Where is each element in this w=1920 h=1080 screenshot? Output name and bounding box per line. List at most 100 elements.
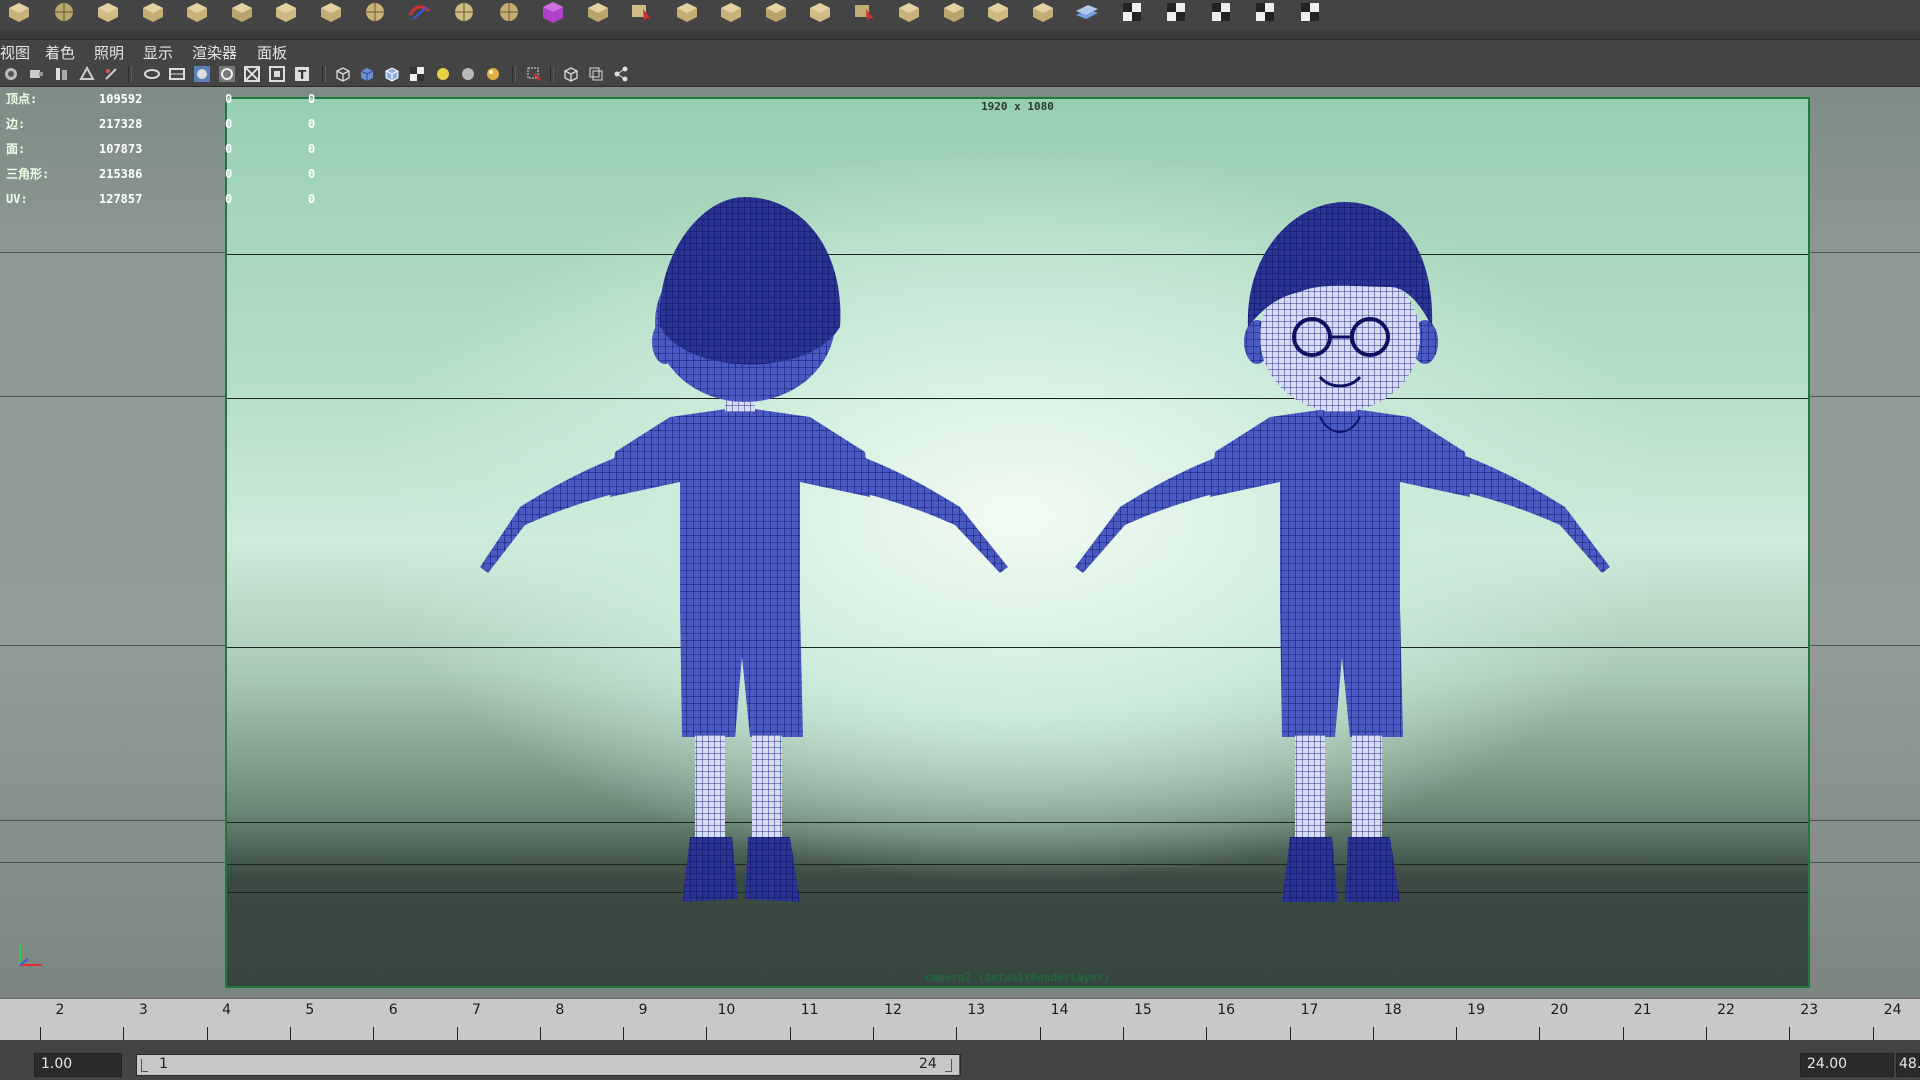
menu-show[interactable]: 显示 <box>143 42 173 63</box>
ambient-occlusion-icon[interactable] <box>484 65 502 83</box>
menu-shading[interactable]: 着色 <box>45 42 75 63</box>
image-plane-icon[interactable] <box>78 65 96 83</box>
cards-icon[interactable] <box>941 1 967 23</box>
sphere-icon[interactable] <box>51 1 77 23</box>
cards-icon[interactable] <box>896 1 922 23</box>
svg-text:T: T <box>298 68 307 82</box>
sphere-icon[interactable] <box>496 1 522 23</box>
range-start-handle-icon[interactable] <box>141 1059 148 1072</box>
character-front-view[interactable] <box>1075 202 1610 902</box>
character-back-view[interactable] <box>480 197 1008 902</box>
menu-view[interactable]: 视图 <box>0 42 30 63</box>
end-time-field[interactable]: 24.00 <box>1800 1053 1894 1077</box>
timeline-tick-label: 15 <box>1133 1002 1152 1018</box>
2d-pan-zoom-icon[interactable] <box>102 65 120 83</box>
range-slider[interactable]: 1 24 <box>136 1054 961 1076</box>
timeline-tick <box>1289 1027 1291 1041</box>
film-gate-icon[interactable] <box>168 65 186 83</box>
layers-icon[interactable] <box>1074 1 1100 23</box>
timeline-tick <box>1622 1027 1624 1041</box>
timeline-tick-label: 8 <box>555 1002 565 1018</box>
timeline-tick-label: 24 <box>1883 1002 1902 1018</box>
checker-frame-icon[interactable] <box>1297 1 1323 23</box>
xray-icon[interactable] <box>562 65 580 83</box>
camera-attributes-icon[interactable] <box>27 65 45 83</box>
card-icon[interactable] <box>1030 1 1056 23</box>
timeline-tick <box>706 1027 708 1041</box>
pipe-icon[interactable] <box>318 1 344 23</box>
wireframe-icon[interactable] <box>334 65 352 83</box>
shadows-icon[interactable] <box>459 65 477 83</box>
xray-joints-icon[interactable] <box>587 65 605 83</box>
plane-icon[interactable] <box>184 1 210 23</box>
checker-icon[interactable] <box>1163 1 1189 23</box>
timeline-tick <box>373 1027 375 1041</box>
soccer-ball-icon[interactable] <box>362 1 388 23</box>
anim-end-field[interactable]: 48. <box>1896 1053 1920 1077</box>
checker-icon[interactable] <box>1119 1 1145 23</box>
checker-ball-icon[interactable] <box>1252 1 1278 23</box>
range-slider-start: 1 <box>159 1056 168 1072</box>
safe-action-icon[interactable] <box>268 65 286 83</box>
safe-title-icon[interactable]: T <box>293 65 311 83</box>
timeline-tick-label: 12 <box>884 1002 902 1018</box>
plane-icon[interactable] <box>585 1 611 23</box>
cylinder-icon[interactable] <box>95 1 121 23</box>
range-end-handle-icon[interactable] <box>945 1059 952 1072</box>
timeline-tick-label: 13 <box>967 1002 986 1018</box>
camera-select-icon[interactable] <box>2 65 20 83</box>
card-icon[interactable] <box>718 1 744 23</box>
timeline-tick-label: 21 <box>1633 1002 1652 1018</box>
time-slider[interactable]: 2 3 4 5 6 7 8 9 10 11 12 13 14 15 16 17 18 19 20 21 22 23 24 <box>0 998 1920 1041</box>
cube-icon[interactable] <box>6 1 32 23</box>
timeline-tick <box>123 1027 125 1041</box>
timeline-tick-label: 20 <box>1550 1002 1569 1018</box>
cone-icon[interactable] <box>140 1 166 23</box>
gem-icon[interactable] <box>985 1 1011 23</box>
hud-row-faces: 面: 107873 0 0 <box>6 142 316 156</box>
resolution-gate-icon[interactable] <box>193 65 211 83</box>
twist-icon[interactable] <box>407 1 433 23</box>
sphere-icon[interactable] <box>451 1 477 23</box>
range-slider-bar: 1.00 1 24 24.00 48. <box>0 1050 1920 1080</box>
start-time-field[interactable]: 1.00 <box>34 1053 122 1077</box>
checker-icon[interactable] <box>1208 1 1234 23</box>
plane-icon[interactable] <box>674 1 700 23</box>
timeline-tick-label: 16 <box>1217 1002 1236 1018</box>
diamond-icon[interactable] <box>763 1 789 23</box>
timeline-tick <box>1706 1027 1707 1041</box>
timeline-tick-label: 2 <box>55 1002 65 1018</box>
pyramid-icon[interactable] <box>273 1 299 23</box>
menu-lighting[interactable]: 照明 <box>94 42 124 63</box>
gate-mask-icon[interactable] <box>218 65 236 83</box>
timeline-tick-label: 6 <box>388 1002 398 1018</box>
hud-row-vertices: 顶点: 109592 0 0 <box>6 92 316 106</box>
menu-renderer[interactable]: 渲染器 <box>192 42 237 63</box>
smooth-shade-icon[interactable] <box>358 65 376 83</box>
torus-icon[interactable] <box>229 1 255 23</box>
all-lights-icon[interactable] <box>434 65 452 83</box>
viewport[interactable]: 1920 x 1080 camera2 (defaultRenderLayer) <box>0 87 1920 998</box>
menu-panels[interactable]: 面板 <box>257 42 287 63</box>
bookmark-icon[interactable] <box>53 65 71 83</box>
range-slider-end: 24 <box>919 1056 937 1072</box>
share-graph-icon[interactable] <box>612 65 630 83</box>
timeline-tick-label: 4 <box>222 1002 232 1018</box>
timeline-tick-label: 14 <box>1050 1002 1069 1018</box>
arrow-select-icon[interactable] <box>852 1 878 23</box>
wireframe-on-shaded-icon[interactable] <box>383 65 401 83</box>
cube-magenta-icon[interactable] <box>540 1 566 23</box>
range-slider-track[interactable]: 1 24 <box>137 1055 959 1075</box>
timeline-tick-label: 9 <box>638 1002 648 1018</box>
timeline-tick <box>1039 1027 1041 1041</box>
grease-pencil-icon[interactable] <box>143 65 161 83</box>
cards-icon[interactable] <box>807 1 833 23</box>
arrow-select-icon[interactable] <box>629 1 655 23</box>
isolate-select-icon[interactable] <box>525 65 543 83</box>
texture-checker-icon[interactable] <box>408 65 426 83</box>
timeline-tick <box>873 1027 874 1041</box>
field-chart-icon[interactable] <box>243 65 261 83</box>
panel-toolbar: T <box>0 62 1920 87</box>
character-models[interactable] <box>0 87 1920 998</box>
timeline-divider <box>0 1040 1920 1050</box>
